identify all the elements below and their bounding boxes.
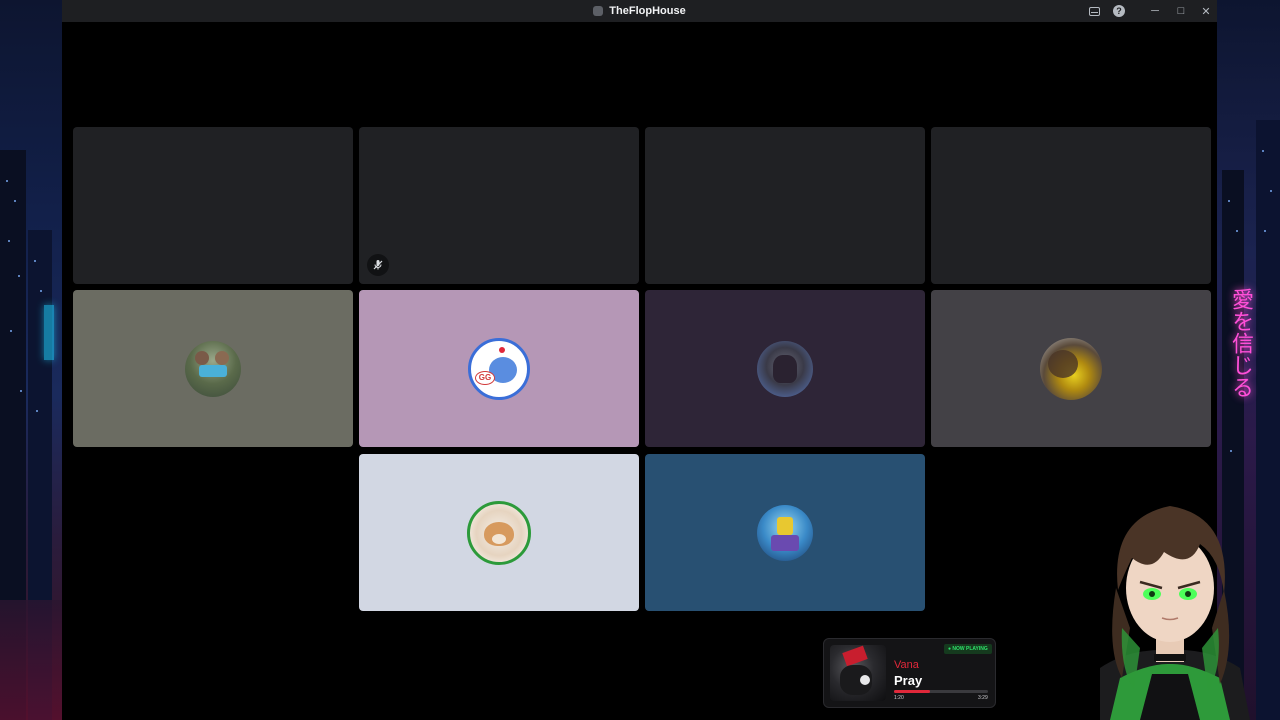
minimize-button[interactable]: ─ bbox=[1144, 0, 1166, 22]
video-tile[interactable] bbox=[931, 127, 1211, 284]
app-window: TheFlopHouse ? ─ □ ✕ GG bbox=[62, 0, 1217, 720]
video-tile[interactable] bbox=[359, 127, 639, 284]
participant-tile[interactable] bbox=[645, 290, 925, 447]
desktop-wallpaper-left bbox=[0, 0, 64, 720]
maximize-button[interactable]: □ bbox=[1170, 0, 1192, 22]
server-icon bbox=[593, 6, 604, 16]
participant-tile[interactable] bbox=[73, 290, 353, 447]
now-playing-widget: ● NOW PLAYING Vana Pray 1:20 3:29 bbox=[823, 638, 996, 708]
participant-tile[interactable]: GG bbox=[359, 290, 639, 447]
inbox-icon bbox=[1088, 6, 1100, 16]
window-title: TheFlopHouse bbox=[62, 0, 1217, 22]
album-cover bbox=[830, 645, 886, 701]
window-title-text: TheFlopHouse bbox=[609, 5, 686, 17]
inbox-button[interactable] bbox=[1083, 0, 1105, 22]
track-progress-bar bbox=[894, 690, 988, 693]
participant-tile[interactable] bbox=[645, 454, 925, 611]
user-avatar bbox=[185, 340, 241, 397]
neon-light-left bbox=[44, 305, 54, 360]
track-elapsed: 1:20 bbox=[894, 695, 904, 701]
track-progress-fill bbox=[894, 690, 930, 693]
now-playing-badge: ● NOW PLAYING bbox=[944, 644, 992, 654]
user-avatar bbox=[467, 500, 531, 565]
help-button[interactable]: ? bbox=[1108, 0, 1130, 22]
track-title: Pray bbox=[894, 673, 923, 688]
video-tile[interactable] bbox=[73, 127, 353, 284]
mic-muted-icon bbox=[373, 260, 383, 270]
track-duration: 3:29 bbox=[978, 695, 988, 701]
close-button[interactable]: ✕ bbox=[1195, 0, 1217, 22]
user-avatar bbox=[1040, 337, 1102, 400]
participant-tile[interactable] bbox=[359, 454, 639, 611]
vtuber-avatar bbox=[1100, 506, 1250, 720]
muted-badge bbox=[367, 254, 389, 276]
participant-tile[interactable] bbox=[931, 290, 1211, 447]
user-avatar bbox=[757, 340, 813, 397]
neon-sign: 愛を信じる bbox=[1228, 288, 1253, 398]
user-avatar bbox=[757, 504, 813, 561]
track-artist: Vana bbox=[894, 659, 919, 671]
video-tile[interactable] bbox=[645, 127, 925, 284]
user-avatar: GG bbox=[468, 337, 530, 400]
help-icon: ? bbox=[1113, 5, 1125, 17]
